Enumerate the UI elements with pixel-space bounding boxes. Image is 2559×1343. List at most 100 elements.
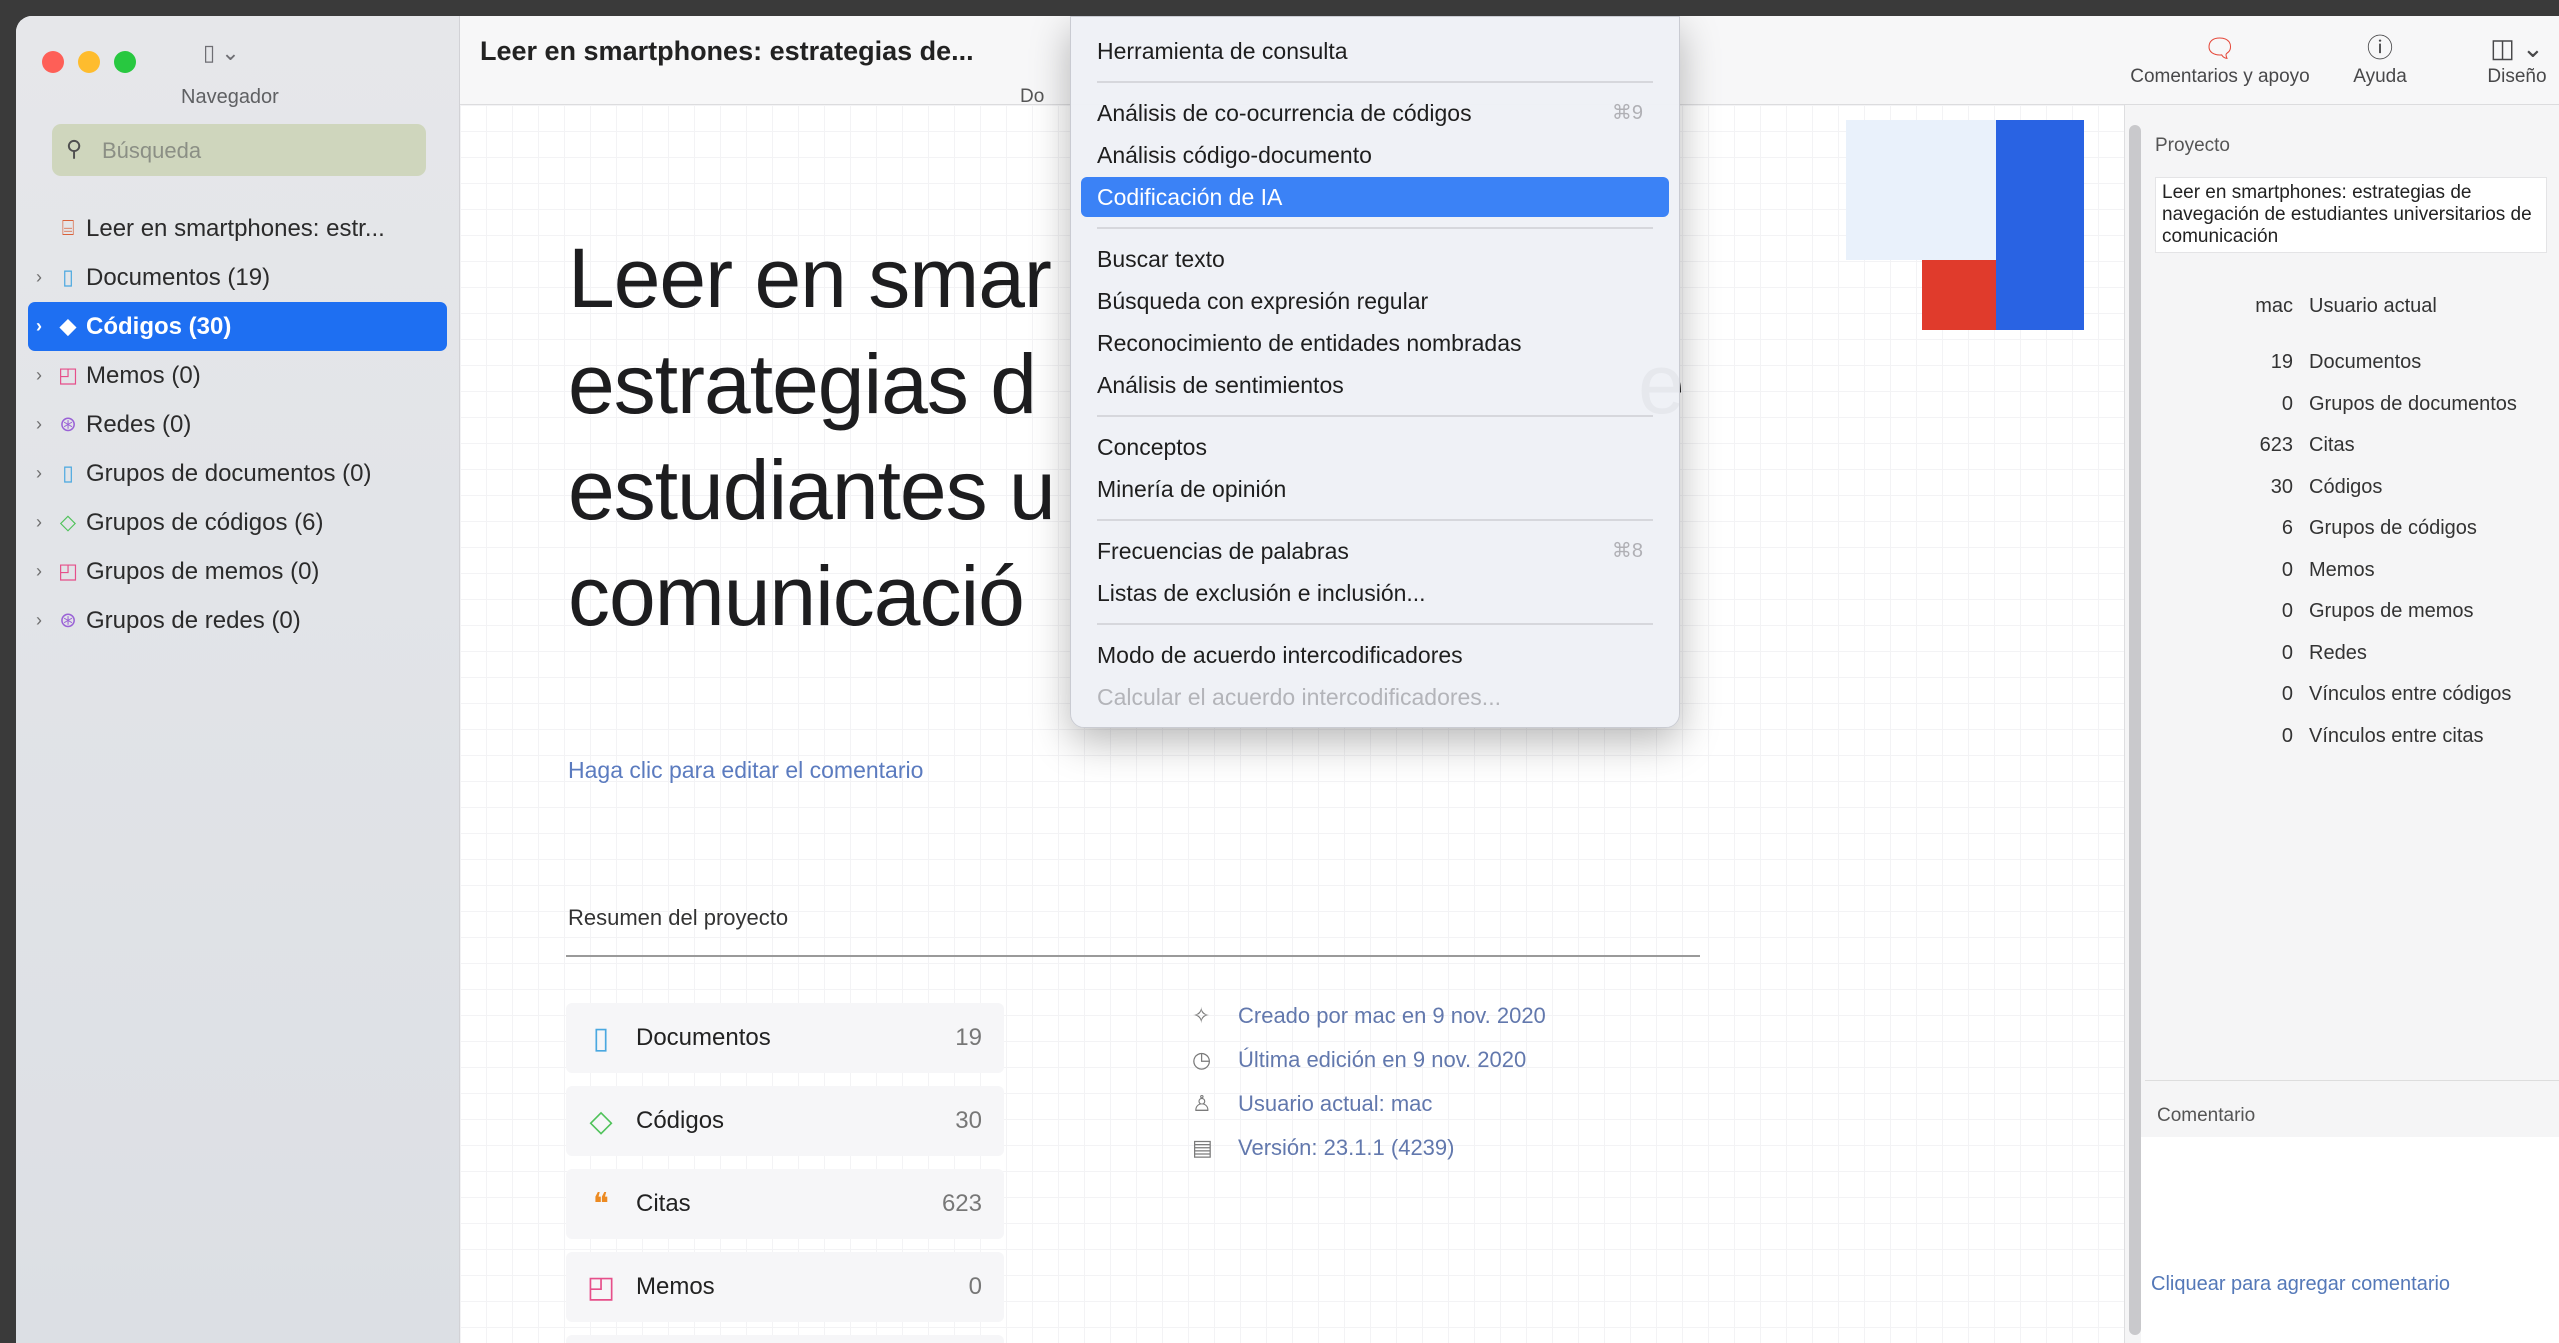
minimize-window-button[interactable] [78,51,100,73]
tree-item-label: Grupos de códigos (6) [86,508,324,536]
inspector-stat: 0 Vínculos entre códigos [2155,683,2545,706]
stat-label: Grupos de códigos [2309,517,2477,539]
menu-item-sentiment[interactable]: Análisis de sentimientos [1081,365,1669,405]
project-name-field[interactable]: Leer en smartphones: estrategias de nave… [2155,177,2547,253]
network-icon: ⊛ [59,413,77,436]
tree-item-networks[interactable]: › ⊛ Redes (0) [28,400,447,449]
stat-number: 0 [2281,683,2293,705]
stat-label: Vínculos entre códigos [2309,683,2512,705]
chevron-right-icon[interactable]: › [28,610,50,631]
chevron-right-icon[interactable]: › [28,463,50,484]
tree-item-label: Grupos de redes (0) [86,606,301,634]
sidebar-toggle-icon[interactable]: ▯ ⌄ [203,40,240,66]
tree-item-documents[interactable]: › ▯ Documentos (19) [28,253,447,302]
menu-item-opinion-mining[interactable]: Minería de opinión [1081,469,1669,509]
menu-item-code-cooccurrence[interactable]: Análisis de co-ocurrencia de códigos ⌘9 [1081,93,1669,133]
inspector-stat: 0 Grupos de documentos [2155,393,2545,416]
tree-item-label: Memos (0) [86,361,201,389]
tree-item-codes[interactable]: › ◆ Códigos (30) [28,302,447,351]
menu-item-concepts[interactable]: Conceptos [1081,427,1669,467]
menu-item-intercoder-mode[interactable]: Modo de acuerdo intercodificadores [1081,635,1669,675]
stat-number: 6 [2281,517,2293,539]
stat-card-memos[interactable]: ◰ Memos 0 [566,1252,1004,1322]
menu-item-label: Calcular el acuerdo intercodificadores..… [1097,684,1501,710]
chevron-right-icon[interactable]: › [28,267,50,288]
menu-item-label: Buscar texto [1097,246,1225,272]
stat-label: Usuario actual [2309,295,2437,317]
document-group-icon: ▯ [62,462,74,485]
stat-number: 0 [2281,642,2293,664]
menu-item-label: Modo de acuerdo intercodificadores [1097,642,1463,668]
stat-label: Documentos [636,1024,771,1051]
chevron-right-icon[interactable]: › [28,365,50,386]
comment-area[interactable] [2141,1137,2559,1343]
menu-item-regex-search[interactable]: Búsqueda con expresión regular [1081,281,1669,321]
menu-item-word-frequencies[interactable]: Frecuencias de palabras ⌘8 [1081,531,1669,571]
tree-item-label: Códigos (30) [86,312,232,340]
stat-label: Grupos de documentos [2309,393,2517,415]
menu-item-code-document[interactable]: Análisis código-documento [1081,135,1669,175]
chevron-right-icon[interactable]: › [28,316,50,337]
menu-item-label: Frecuencias de palabras [1097,538,1349,564]
menu-separator [1097,623,1653,625]
quote-icon: ❝ [592,1187,610,1221]
tree-item-memos[interactable]: › ◰ Memos (0) [28,351,447,400]
stat-label: Documentos [2309,351,2422,373]
menu-item-label: Minería de opinión [1097,476,1287,502]
menu-item-query-tool[interactable]: Herramienta de consulta [1081,31,1669,71]
chevron-right-icon[interactable]: › [28,561,50,582]
stat-card-codes[interactable]: ◇ Códigos 30 [566,1086,1004,1156]
stat-label: Citas [2309,434,2355,456]
document-icon: ▯ [62,266,74,289]
menu-shortcut: ⌘9 [1611,102,1643,124]
inspector-stat: 0 Grupos de memos [2155,600,2545,623]
navigator-tree: ⌸ Leer en smartphones: estr... › ▯ Docum… [16,204,459,645]
analysis-dropdown-menu: Herramienta de consulta Análisis de co-o… [1070,16,1680,728]
meta-created: ✧ Creado por mac en 9 nov. 2020 [1192,1003,1546,1029]
stat-card-quotations[interactable]: ❝ Citas 623 [566,1169,1004,1239]
menu-separator [1097,519,1653,521]
stat-card-documents[interactable]: ▯ Documentos 19 [566,1003,1004,1073]
stat-value: 30 [955,1107,982,1134]
add-comment-link[interactable]: Cliquear para agregar comentario [2151,1273,2450,1296]
tree-item-memo-groups[interactable]: › ◰ Grupos de memos (0) [28,547,447,596]
comments-support-button[interactable]: 🗨 Comentarios y apoyo [2110,30,2330,88]
meta-current-user: ♙ Usuario actual: mac [1192,1091,1432,1117]
comments-support-label: Comentarios y apoyo [2130,66,2310,87]
stat-card-partial[interactable]: ▯ [566,1335,1004,1343]
tree-item-label: Grupos de documentos (0) [86,459,372,487]
tree-item-label: Documentos (19) [86,263,271,291]
tree-item-network-groups[interactable]: › ⊛ Grupos de redes (0) [28,596,447,645]
inspector-scrollbar[interactable] [2129,125,2141,1335]
magic-wand-icon: ✧ [1192,1003,1211,1028]
tree-item-project[interactable]: ⌸ Leer en smartphones: estr... [28,204,447,253]
meta-text: Usuario actual: mac [1238,1091,1433,1116]
meta-version: ▤ Versión: 23.1.1 (4239) [1192,1135,1454,1161]
stat-number: 19 [2270,351,2293,373]
memo-group-icon: ◰ [58,560,78,583]
tree-item-document-groups[interactable]: › ▯ Grupos de documentos (0) [28,449,447,498]
design-button[interactable]: ◫ ⌄ Diseño [2475,30,2559,88]
search-input[interactable] [100,136,414,166]
chevron-right-icon[interactable]: › [28,414,50,435]
menu-item-text-search[interactable]: Buscar texto [1081,239,1669,279]
stat-label: Redes [2309,642,2367,664]
maximize-window-button[interactable] [114,51,136,73]
edit-comment-link[interactable]: Haga clic para editar el comentario [568,757,923,784]
stat-number: 0 [2281,559,2293,581]
menu-item-label: Listas de exclusión e inclusión... [1097,580,1426,606]
close-window-button[interactable] [42,51,64,73]
tree-item-label: Redes (0) [86,410,192,438]
memo-icon: ◰ [58,364,78,387]
help-button[interactable]: ⓘ Ayuda [2340,30,2420,88]
stat-label: Memos [2309,559,2375,581]
menu-item-named-entity[interactable]: Reconocimiento de entidades nombradas [1081,323,1669,363]
tree-item-code-groups[interactable]: › ◇ Grupos de códigos (6) [28,498,447,547]
app-window: ▯ ⌄ Navegador ⚲ ⌸ Leer en smartphones: e… [16,16,2559,1343]
network-group-icon: ⊛ [59,609,77,632]
menu-item-ai-coding[interactable]: Codificación de IA [1081,177,1669,217]
menu-item-stop-go-lists[interactable]: Listas de exclusión e inclusión... [1081,573,1669,613]
inspector-stat: 0 Vínculos entre citas [2155,725,2545,748]
chevron-right-icon[interactable]: › [28,512,50,533]
search-field[interactable]: ⚲ [52,124,426,176]
